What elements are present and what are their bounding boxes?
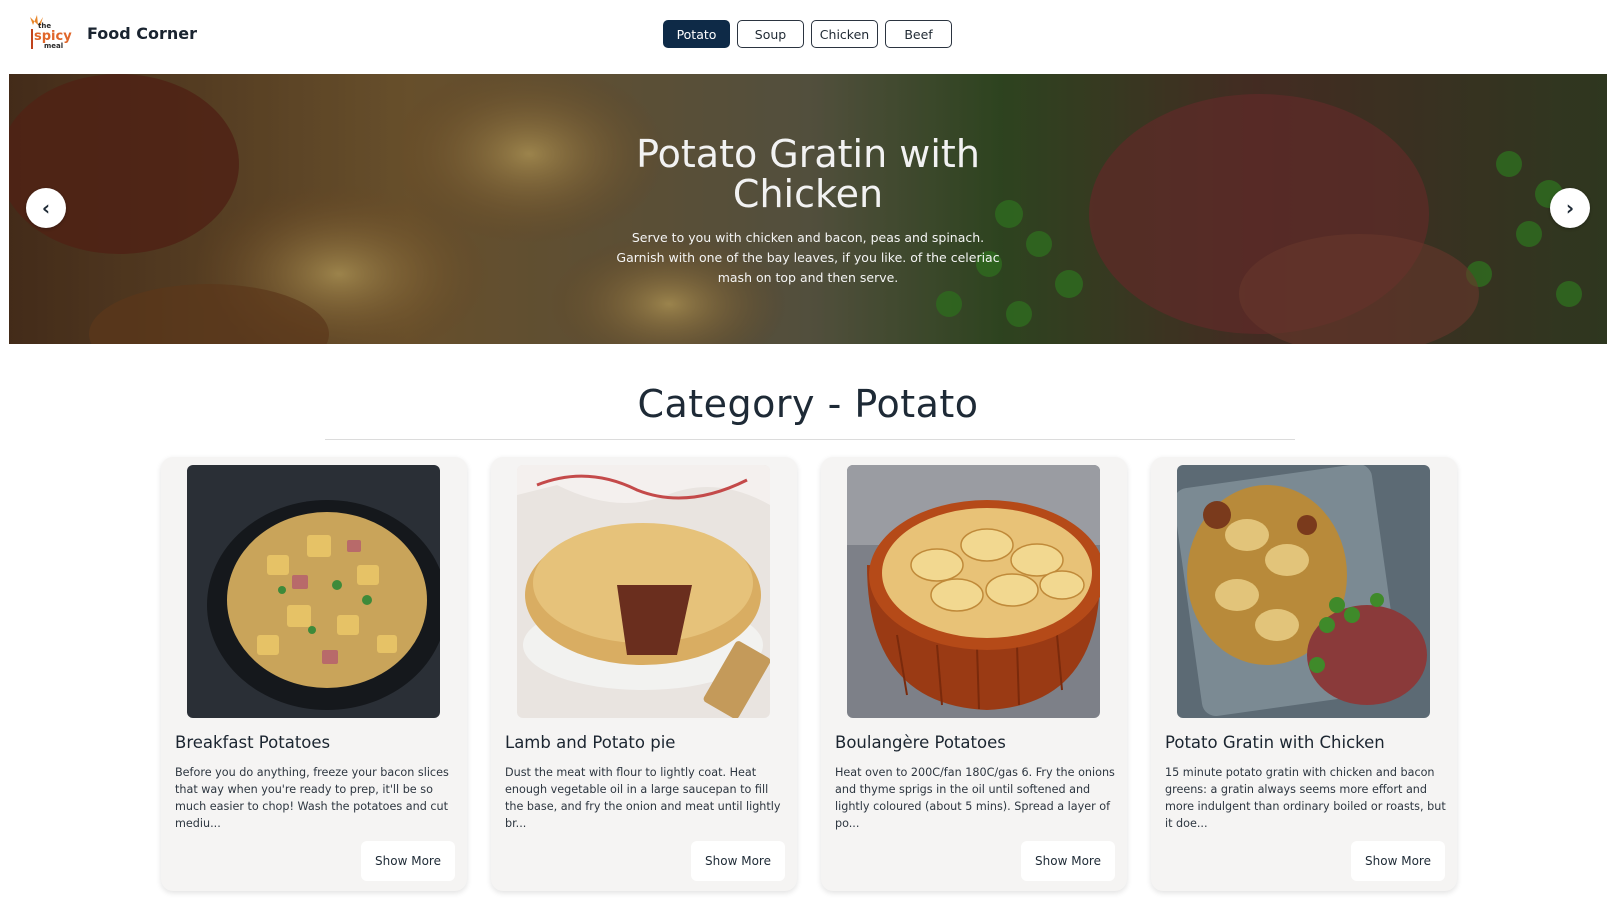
- card-description: 15 minute potato gratin with chicken and…: [1165, 766, 1446, 830]
- hero-title: Potato Gratin with Chicken: [9, 134, 1607, 214]
- recipe-card: Potato Gratin with Chicken 15 minute pot…: [1151, 457, 1457, 891]
- hero-title-line2: Chicken: [732, 172, 884, 216]
- brand-name[interactable]: Food Corner: [87, 24, 197, 43]
- chevron-left-icon: ‹: [41, 196, 51, 220]
- svg-text:meal: meal: [44, 42, 63, 50]
- recipe-card: Boulangère Potatoes Heat oven to 200C/fa…: [821, 457, 1127, 891]
- hero-description: Serve to you with chicken and bacon, pea…: [616, 230, 1000, 285]
- show-more-button[interactable]: Show More: [691, 841, 785, 881]
- show-more-button[interactable]: Show More: [361, 841, 455, 881]
- recipe-cards: Breakfast Potatoes Before you do anythin…: [161, 457, 1457, 891]
- nav-button-beef[interactable]: Beef: [885, 20, 952, 48]
- card-description: Dust the meat with flour to lightly coat…: [505, 766, 781, 830]
- nav-button-potato[interactable]: Potato: [663, 20, 730, 48]
- card-title[interactable]: Lamb and Potato pie: [505, 733, 675, 752]
- meat-pie-image: [517, 465, 770, 718]
- gratin-image: [1177, 465, 1430, 718]
- category-divider: [325, 439, 1295, 440]
- show-more-button[interactable]: Show More: [1351, 841, 1445, 881]
- chevron-right-icon: ›: [1565, 196, 1575, 220]
- card-title[interactable]: Potato Gratin with Chicken: [1165, 733, 1385, 752]
- category-nav: Potato Soup Chicken Beef: [663, 20, 952, 48]
- nav-button-chicken[interactable]: Chicken: [811, 20, 878, 48]
- logo-icon: the spicy meal: [30, 15, 72, 50]
- card-description: Before you do anything, freeze your baco…: [175, 766, 449, 830]
- card-description: Heat oven to 200C/fan 180C/gas 6. Fry th…: [835, 766, 1115, 830]
- show-more-button[interactable]: Show More: [1021, 841, 1115, 881]
- hero-title-line1: Potato Gratin with: [636, 132, 980, 176]
- card-title[interactable]: Breakfast Potatoes: [175, 733, 330, 752]
- potato-dish-image: [847, 465, 1100, 718]
- carousel-next-button[interactable]: ›: [1550, 188, 1590, 228]
- logo[interactable]: the spicy meal: [22, 13, 76, 51]
- recipe-card: Breakfast Potatoes Before you do anythin…: [161, 457, 467, 891]
- nav-button-soup[interactable]: Soup: [737, 20, 804, 48]
- skillet-potatoes-image: [187, 465, 440, 718]
- hero-carousel: Potato Gratin with Chicken Serve to you …: [9, 74, 1607, 344]
- carousel-prev-button[interactable]: ‹: [26, 188, 66, 228]
- header: the spicy meal Food Corner Potato Soup C…: [0, 0, 1616, 74]
- category-title: Category - Potato: [637, 382, 979, 426]
- recipe-card: Lamb and Potato pie Dust the meat with f…: [491, 457, 797, 891]
- card-title[interactable]: Boulangère Potatoes: [835, 733, 1006, 752]
